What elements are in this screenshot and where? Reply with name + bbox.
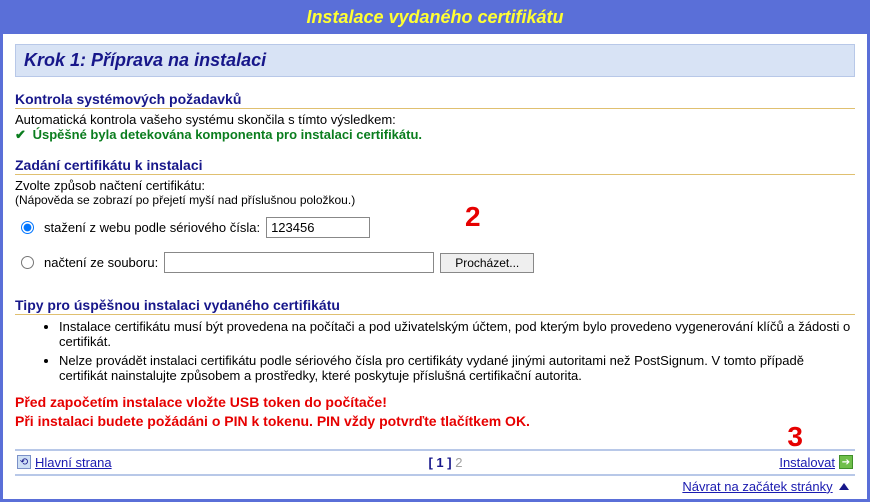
section-tips: Tipy pro úspěšnou instalaci vydaného cer…: [15, 297, 855, 383]
check-intro: Automatická kontrola vašeho systému skon…: [15, 112, 855, 127]
warning-line-1: Před započetím instalace vložte USB toke…: [15, 393, 855, 412]
warning-line-2: Při instalaci budete požádáni o PIN k to…: [15, 412, 855, 431]
wizard-frame: Instalace vydaného certifikátu Krok 1: P…: [0, 0, 870, 502]
list-item: Instalace certifikátu musí být provedena…: [59, 319, 855, 349]
footer: Návrat na začátek stránky: [15, 476, 855, 494]
serial-input[interactable]: [266, 217, 370, 238]
radio-file-label: načtení ze souboru:: [44, 255, 158, 270]
annotation-marker-2: 2: [465, 201, 481, 233]
annotation-marker-3: 3: [787, 421, 803, 453]
page-other: 2: [455, 455, 462, 470]
warning-block: Před započetím instalace vložte USB toke…: [15, 393, 855, 431]
check-success: ✔ Úspěšné byla detekována komponenta pro…: [15, 127, 855, 143]
home-icon: ⟲: [17, 455, 31, 469]
radio-serial[interactable]: [21, 221, 34, 234]
check-success-text: Úspěšné byla detekována komponenta pro i…: [33, 127, 422, 142]
back-to-top-link[interactable]: Návrat na začátek stránky: [682, 479, 832, 494]
step-header: Krok 1: Příprava na instalaci: [15, 44, 855, 77]
heading-tips: Tipy pro úspěšnou instalaci vydaného cer…: [15, 297, 855, 315]
browse-button[interactable]: Procházet...: [440, 253, 534, 273]
heading-system-check: Kontrola systémových požadavků: [15, 91, 855, 109]
pager: [ 1 ] 2: [112, 455, 780, 470]
file-path-input[interactable]: [164, 252, 434, 273]
section-cert-input: Zadání certifikátu k instalaci Zvolte zp…: [15, 157, 855, 283]
checkmark-icon: ✔: [15, 127, 29, 143]
heading-cert-input: Zadání certifikátu k instalaci: [15, 157, 855, 175]
input-hint: (Nápověda se zobrazí po přejetí myší nad…: [15, 193, 855, 207]
option-serial-row: stažení z webu podle sériového čísla: 2: [15, 213, 855, 248]
wizard-nav: 3 ⟲ Hlavní strana [ 1 ] 2 Instalovat ➔: [15, 449, 855, 476]
tips-list: Instalace certifikátu musí být provedena…: [15, 319, 855, 383]
option-file-row: načtení ze souboru: Procházet...: [15, 248, 855, 283]
install-link[interactable]: Instalovat: [779, 455, 835, 470]
radio-serial-label: stažení z webu podle sériového čísla:: [44, 220, 260, 235]
page-title: Instalace vydaného certifikátu: [3, 3, 867, 34]
radio-file[interactable]: [21, 256, 34, 269]
arrow-right-icon: ➔: [839, 455, 853, 469]
list-item: Nelze provádět instalaci certifikátu pod…: [59, 353, 855, 383]
section-system-check: Kontrola systémových požadavků Automatic…: [15, 91, 855, 143]
arrow-up-icon: [839, 483, 849, 490]
page-current: 1: [436, 455, 443, 470]
home-link[interactable]: Hlavní strana: [35, 455, 112, 470]
input-intro: Zvolte způsob načtení certifikátu:: [15, 178, 855, 193]
